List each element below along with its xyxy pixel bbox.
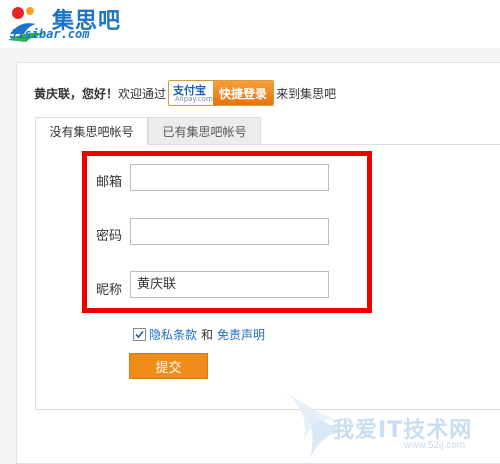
email-field[interactable] bbox=[130, 164, 329, 191]
nickname-field[interactable]: 黄庆联 bbox=[130, 271, 329, 298]
greeting-via: 欢迎通过 bbox=[118, 86, 167, 101]
password-label: 密码 bbox=[96, 229, 123, 244]
account-tabs: 没有集思吧帐号 已有集思吧帐号 bbox=[35, 117, 261, 145]
tab-has-account[interactable]: 已有集思吧帐号 bbox=[148, 117, 261, 145]
nickname-label: 昵称 bbox=[96, 283, 123, 298]
submit-button[interactable]: 提交 bbox=[129, 353, 208, 379]
password-field[interactable] bbox=[130, 218, 329, 245]
agree-checkbox[interactable] bbox=[133, 328, 146, 341]
watermark-url: www.52ij.com bbox=[404, 440, 466, 451]
privacy-link[interactable]: 隐私条款 bbox=[149, 326, 197, 343]
disclaimer-link[interactable]: 免责声明 bbox=[217, 326, 265, 343]
alipay-quick-login-button[interactable]: 支付宝 Alipay.com 快捷登录 bbox=[168, 80, 275, 106]
greeting-line: 黄庆联 ，您好！ 欢迎通过 支付宝 Alipay.com 快捷登录 来到集思吧 bbox=[34, 80, 336, 106]
brand-domain: Jisibar.com bbox=[10, 27, 90, 41]
check-icon bbox=[135, 330, 144, 339]
alipay-logo-icon: 支付宝 Alipay.com bbox=[169, 81, 214, 105]
site-header: 集思吧 Jisibar.com bbox=[0, 0, 500, 48]
alipay-logo-en: Alipay.com bbox=[175, 95, 213, 103]
agreement-and: 和 bbox=[201, 328, 214, 342]
alipay-button-label: 快捷登录 bbox=[213, 81, 274, 105]
agreement-row: 隐私条款 和 免责声明 bbox=[133, 326, 265, 343]
email-label: 邮箱 bbox=[96, 175, 123, 190]
greeting-hello: ，您好！ bbox=[70, 86, 119, 101]
tab-no-account[interactable]: 没有集思吧帐号 bbox=[35, 117, 148, 145]
greeting-suffix: 来到集思吧 bbox=[276, 86, 337, 101]
user-name: 黄庆联 bbox=[34, 86, 71, 101]
